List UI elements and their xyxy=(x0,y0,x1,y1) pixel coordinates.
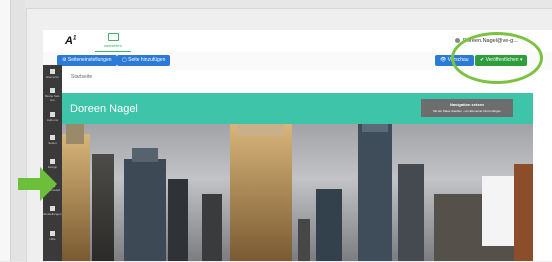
sidebar-item-elemente[interactable]: Elemente xyxy=(43,69,62,79)
sidebar-item-label: Meine Sek- tion xyxy=(44,94,61,102)
app-logo[interactable]: A1 xyxy=(65,35,76,47)
gutter xyxy=(11,0,25,261)
plus-icon xyxy=(50,88,55,93)
site-title[interactable]: Doreen Nagel xyxy=(70,103,138,115)
logo-superscript: 1 xyxy=(72,35,77,42)
sidebar-item-label: Seiten xyxy=(48,141,57,145)
top-nav-label: webseiten xyxy=(103,43,122,48)
sidebar-item-label: Elemente xyxy=(46,75,59,79)
logo-text: A xyxy=(65,35,73,47)
navigation-placeholder-title: Navigation setzen xyxy=(449,102,484,107)
sidebar-item-add-ons[interactable]: Add-ons xyxy=(43,112,62,122)
sidebar-item-label: Hilfe xyxy=(49,237,56,241)
page-settings-button[interactable]: ⚙ Seiteneinstellungen xyxy=(57,55,117,66)
navigation-placeholder-subtitle: Mit der Maus drauflen - um Elemente hinz… xyxy=(432,109,502,113)
puzzle-icon xyxy=(50,112,55,117)
grid-icon xyxy=(50,69,55,74)
navigation-placeholder[interactable]: Navigation setzen Mit der Maus drauflen … xyxy=(421,99,513,117)
gear-icon xyxy=(50,206,55,211)
arrow-right-icon xyxy=(18,167,57,201)
hero-section[interactable]: Doreen Nagel Navigation setzen Mit der M… xyxy=(62,93,533,261)
left-panel xyxy=(0,0,11,261)
pages-icon xyxy=(50,135,55,140)
city-skyline-image xyxy=(62,124,533,261)
editor-sidebar: Elemente Meine Sek- tion Add-ons Seiten … xyxy=(43,65,62,261)
top-nav-websites[interactable]: webseiten xyxy=(95,32,131,53)
sidebar-item-label: Add-ons xyxy=(46,118,59,122)
sidebar-item-seiten[interactable]: Seiten xyxy=(43,135,62,145)
hero-image xyxy=(62,124,533,261)
add-page-button[interactable]: ▢ Seite hinzufügen xyxy=(117,55,171,66)
highlight-circle xyxy=(451,32,543,84)
sidebar-item-einstellungen[interactable]: Einstellungen xyxy=(43,206,62,216)
monitor-icon xyxy=(107,33,119,41)
sidebar-item-meine-sektion[interactable]: Meine Sek- tion xyxy=(43,88,62,102)
sidebar-item-hilfe[interactable]: Hilfe xyxy=(43,231,62,241)
help-icon xyxy=(50,231,55,236)
sidebar-item-label: Einstellungen xyxy=(43,212,62,216)
breadcrumb[interactable]: Startseite xyxy=(71,74,92,80)
